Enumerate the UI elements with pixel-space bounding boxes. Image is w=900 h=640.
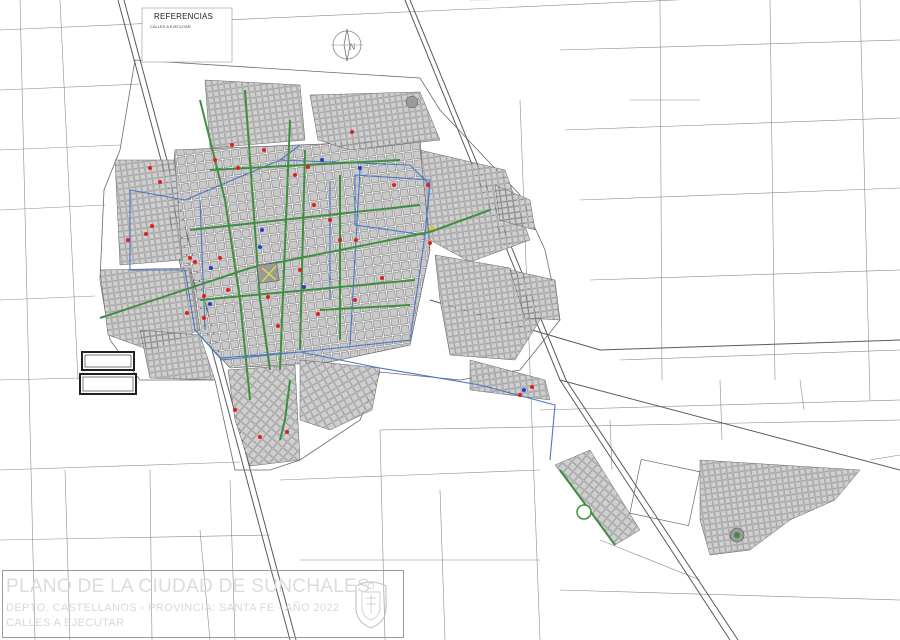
- legend-subtitle: CALLES A EJECUTAR: [150, 24, 191, 29]
- compass-icon: N: [331, 28, 363, 62]
- yellow-markers: [430, 226, 434, 230]
- southeast-blocks: [554, 449, 861, 556]
- city-map: [0, 0, 900, 640]
- roundabout: [576, 504, 592, 520]
- framed-blocks: [79, 351, 137, 395]
- compass-label: N: [349, 42, 356, 52]
- legend-title: REFERENCIAS: [154, 12, 214, 21]
- map-caption: CALLES A EJECUTAR: [6, 617, 125, 629]
- map-subtitle: DEPTO. CASTELLANOS - PROVINCIA: SANTA FE…: [6, 602, 340, 614]
- seal-icon: [355, 581, 387, 629]
- map-title: PLANO DE LA CIUDAD DE SUNCHALES: [6, 576, 371, 597]
